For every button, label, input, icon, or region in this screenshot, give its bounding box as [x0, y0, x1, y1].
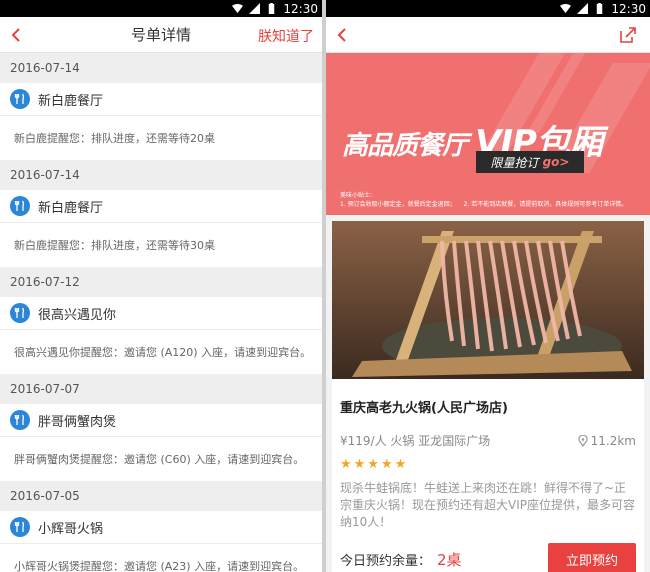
- date-header: 2016-07-14: [0, 160, 322, 190]
- notification-message: 新白鹿提醒您：排队进度，还需等待20桌: [0, 116, 322, 160]
- notification-message: 很高兴遇见你提醒您：邀请您 (A120) 入座，请速到迎宾台。: [0, 330, 322, 374]
- shop-row[interactable]: 胖哥俩蟹肉煲: [0, 404, 322, 437]
- location-pin-icon: [578, 434, 588, 447]
- restaurant-info: 重庆高老九火锅(人民广场店) ¥119/人 火锅 亚龙国际广场 11.2km ★…: [332, 379, 644, 572]
- restaurant-icon: [10, 196, 30, 216]
- shop-name: 新白鹿餐厅: [38, 200, 104, 216]
- badge-go: go>: [542, 155, 570, 169]
- price-per-person: ¥119/人: [340, 434, 387, 448]
- distance-value: 11.2km: [590, 433, 636, 448]
- restaurant-icon: [10, 89, 30, 109]
- date-header: 2016-07-05: [0, 481, 322, 511]
- tips-item-2: 2. 若不能到店就餐，请提前取消，具体规则可参考订单详情。: [463, 201, 628, 208]
- restaurant-detail-screen: 12:30 高品质餐厅 VIP包厢 限量抢订 go> 美味小贴士: 1. 预订会…: [326, 0, 650, 572]
- tips-line: 1. 预订会收取小额定金，就餐后定金退回； 2. 若不能到店就餐，请提前取消，具…: [340, 200, 627, 209]
- shop-name: 小辉哥火锅: [38, 521, 104, 537]
- date-header: 2016-07-12: [0, 267, 322, 297]
- book-now-button[interactable]: 立即预约: [548, 543, 636, 572]
- promo-banner[interactable]: 高品质餐厅 VIP包厢 限量抢订 go> 美味小贴士: 1. 预订会收取小额定金…: [326, 53, 650, 215]
- shop-row[interactable]: 新白鹿餐厅: [0, 190, 322, 223]
- list-item: 2016-07-07 胖哥俩蟹肉煲 胖哥俩蟹肉煲提醒您：邀请您 (C60) 入座…: [0, 374, 322, 481]
- list-item: 2016-07-14 新白鹿餐厅 新白鹿提醒您：排队进度，还需等待20桌: [0, 53, 322, 160]
- remaining-label: 今日预约余量：: [340, 553, 432, 569]
- signal-icon: [249, 3, 261, 14]
- remaining-value: 2桌: [437, 550, 462, 569]
- list-item: 2016-07-05 小辉哥火锅 小辉哥火锅煲提醒您：邀请您 (A23) 入座，…: [0, 481, 322, 572]
- banner-tips: 美味小贴士: 1. 预订会收取小额定金，就餐后定金退回； 2. 若不能到店就餐，…: [340, 191, 627, 209]
- status-bar: 12:30: [326, 0, 650, 17]
- notification-message: 小辉哥火锅煲提醒您：邀请您 (A23) 入座，请速到迎宾台。: [0, 544, 322, 572]
- restaurant-description: 现杀牛蛙锅底！牛蛙送上来肉还在跳！鲜得不得了~正宗重庆火锅！现在预约还有超大VI…: [340, 481, 635, 529]
- notification-message: 新白鹿提醒您：排队进度，还需等待30桌: [0, 223, 322, 267]
- wifi-icon: [232, 3, 244, 14]
- list-item: 2016-07-12 很高兴遇见你 很高兴遇见你提醒您：邀请您 (A120) 入…: [0, 267, 322, 374]
- back-arrow-icon[interactable]: [8, 26, 26, 44]
- tips-heading: 美味小贴士:: [340, 192, 373, 199]
- top-nav: [326, 17, 650, 53]
- rating-stars: ★★★★★: [340, 457, 409, 472]
- battery-icon: [269, 3, 275, 14]
- restaurant-card[interactable]: 重庆高老九火锅(人民广场店) ¥119/人 火锅 亚龙国际广场 11.2km ★…: [332, 221, 644, 572]
- hotpot-noodles-image: [332, 221, 644, 379]
- shop-name: 新白鹿餐厅: [38, 93, 104, 109]
- cuisine: 火锅: [390, 434, 415, 448]
- list-item: 2016-07-14 新白鹿餐厅 新白鹿提醒您：排队进度，还需等待30桌: [0, 160, 322, 267]
- wifi-icon: [560, 3, 572, 14]
- app-screens: 12:30 号单详情 朕知道了 2016-07-14 新白鹿餐厅 新白鹿提醒您：…: [0, 0, 650, 572]
- clock: 12:30: [283, 1, 318, 16]
- acknowledge-button[interactable]: 朕知道了: [258, 26, 314, 46]
- tips-item-1: 1. 预订会收取小额定金，就餐后定金退回；: [340, 201, 456, 208]
- restaurant-icon: [10, 303, 30, 323]
- top-nav: 号单详情 朕知道了: [0, 17, 322, 53]
- signal-icon: [577, 3, 589, 14]
- back-arrow-icon[interactable]: [334, 26, 352, 44]
- banner-title-cn: 高品质餐厅: [342, 131, 468, 161]
- booking-row: 今日预约余量： 2桌 立即预约: [340, 543, 636, 572]
- shop-row[interactable]: 新白鹿餐厅: [0, 83, 322, 116]
- restaurant-icon: [10, 410, 30, 430]
- date-header: 2016-07-14: [0, 53, 322, 83]
- restaurant-name: 重庆高老九火锅(人民广场店): [340, 401, 508, 416]
- order-detail-screen: 12:30 号单详情 朕知道了 2016-07-14 新白鹿餐厅 新白鹿提醒您：…: [0, 0, 322, 572]
- area: 亚龙国际广场: [418, 434, 491, 448]
- clock: 12:30: [611, 1, 646, 16]
- shop-name: 胖哥俩蟹肉煲: [38, 414, 117, 430]
- notification-list: 2016-07-14 新白鹿餐厅 新白鹿提醒您：排队进度，还需等待20桌 201…: [0, 53, 322, 572]
- restaurant-icon: [10, 517, 30, 537]
- restaurant-meta: ¥119/人 火锅 亚龙国际广场 11.2km: [340, 432, 636, 449]
- notification-message: 胖哥俩蟹肉煲提醒您：邀请您 (C60) 入座，请速到迎宾台。: [0, 437, 322, 481]
- distance: 11.2km: [578, 432, 636, 449]
- status-bar: 12:30: [0, 0, 322, 17]
- remaining-slots: 今日预约余量： 2桌: [340, 549, 462, 570]
- date-header: 2016-07-07: [0, 374, 322, 404]
- badge-text: 限量抢订: [490, 155, 539, 170]
- shop-name: 很高兴遇见你: [38, 307, 117, 323]
- shop-row[interactable]: 小辉哥火锅: [0, 511, 322, 544]
- price-cuisine-area: ¥119/人 火锅 亚龙国际广场: [340, 432, 490, 449]
- food-photo: [332, 221, 644, 379]
- shop-row[interactable]: 很高兴遇见你: [0, 297, 322, 330]
- share-icon[interactable]: [618, 25, 638, 45]
- battery-icon: [597, 3, 603, 14]
- banner-badge: 限量抢订 go>: [476, 151, 584, 173]
